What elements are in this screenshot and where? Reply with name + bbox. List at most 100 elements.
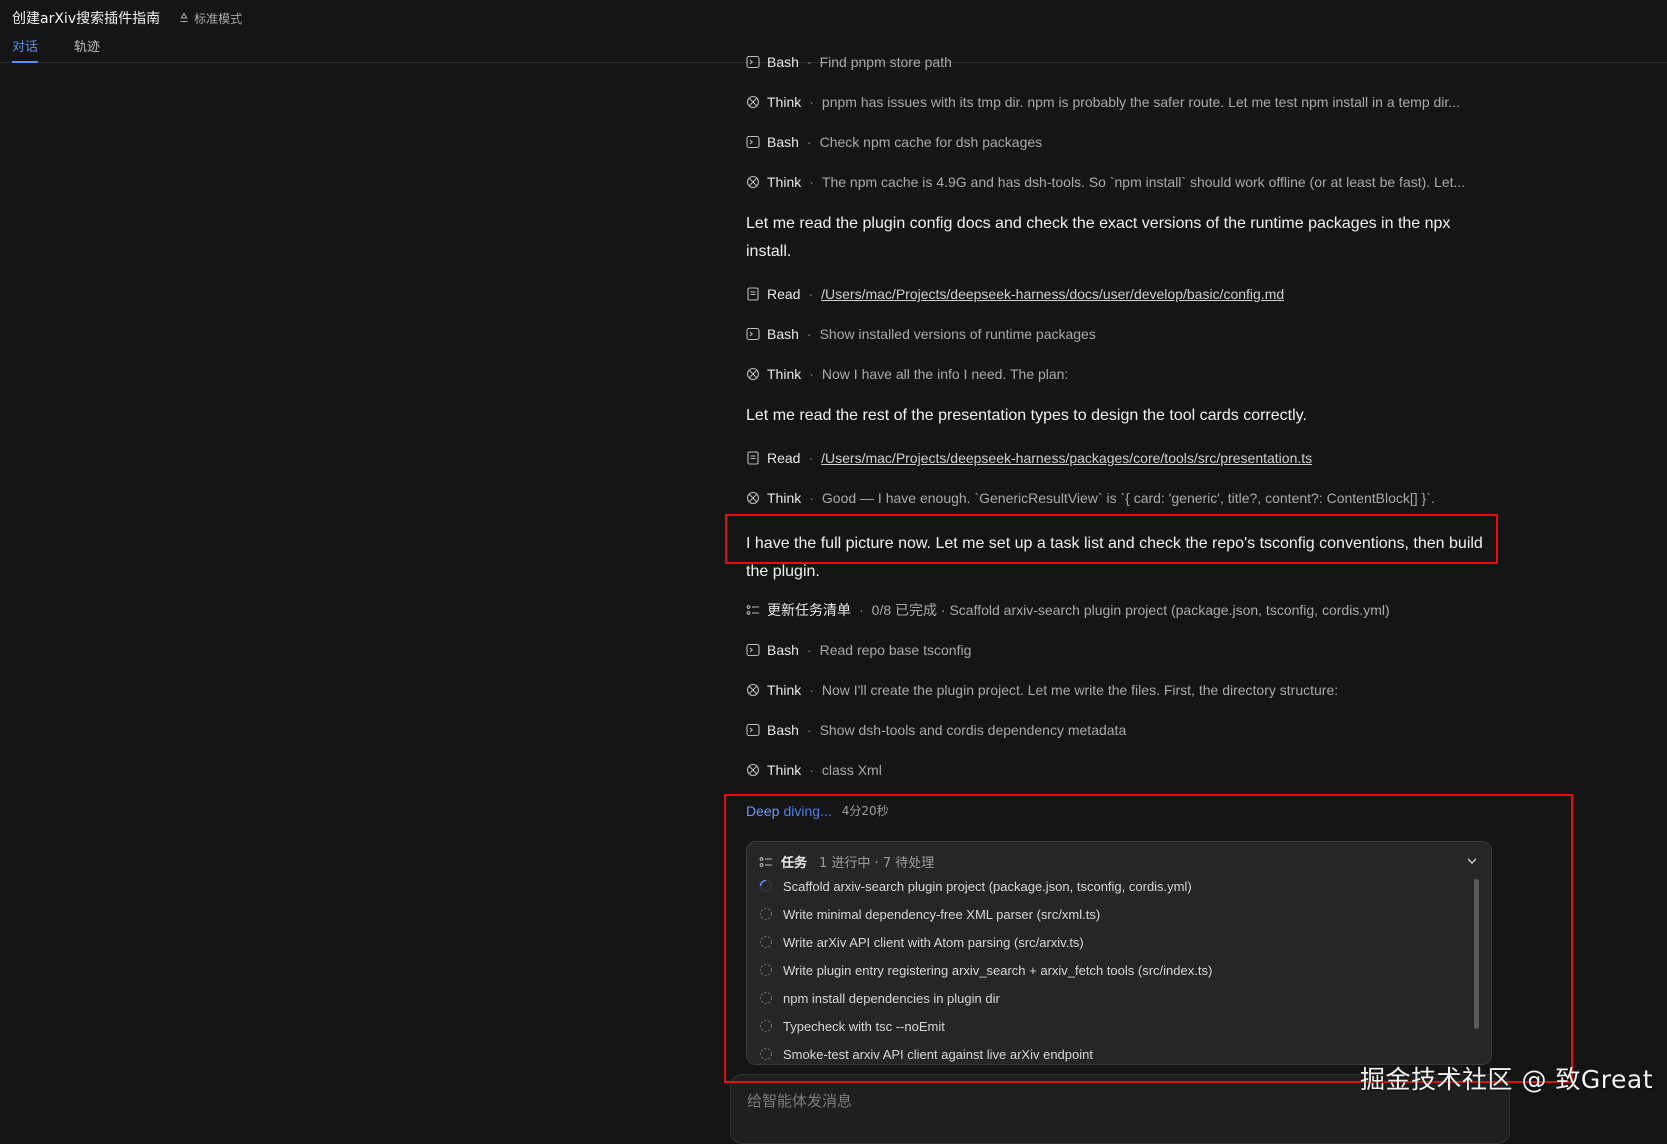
task-panel-header: 任务 1 进行中 · 7 待处理	[759, 852, 934, 871]
assistant-message: Let me read the rest of the presentation…	[746, 407, 1307, 424]
task-panel-title: 任务	[781, 856, 808, 871]
tool-call-task-list[interactable]: 更新任务清单 · 0/8 已完成 · Scaffold arxiv-search…	[746, 600, 1390, 620]
tool-call-bash[interactable]: Bash · Check npm cache for dsh packages	[746, 132, 1042, 152]
task-item[interactable]: Write plugin entry registering arxiv_sea…	[759, 960, 1212, 980]
think-icon	[746, 175, 760, 189]
terminal-icon	[746, 643, 760, 657]
tool-call-read[interactable]: Read · /Users/mac/Projects/deepseek-harn…	[746, 448, 1312, 468]
chevron-down-icon[interactable]	[1465, 854, 1479, 868]
file-path-link[interactable]: /Users/mac/Projects/deepseek-harness/doc…	[821, 286, 1284, 302]
task-text: Write plugin entry registering arxiv_sea…	[783, 962, 1213, 978]
assistant-message: Let me read the plugin config docs and c…	[746, 215, 1451, 260]
tool-call-think[interactable]: Think · pnpm has issues with its tmp dir…	[746, 92, 1460, 112]
tool-desc: The npm cache is 4.9G and has dsh-tools.…	[821, 174, 1466, 190]
tool-kind: Bash	[767, 642, 799, 658]
task-panel-scrollbar[interactable]	[1474, 879, 1479, 1029]
task-item[interactable]: npm install dependencies in plugin dir	[759, 988, 1000, 1008]
tool-desc: Show dsh-tools and cordis dependency met…	[819, 722, 1127, 738]
mode-indicator[interactable]: 标准模式	[178, 10, 242, 27]
task-item[interactable]: Scaffold arxiv-search plugin project (pa…	[759, 876, 1192, 896]
status-word: Deep	[746, 802, 780, 819]
task-item[interactable]: Smoke-test arxiv API client against live…	[759, 1044, 1093, 1064]
tool-desc: Show installed versions of runtime packa…	[819, 326, 1096, 342]
think-icon	[746, 367, 760, 381]
tool-desc: Check npm cache for dsh packages	[819, 134, 1043, 150]
tool-kind: Bash	[767, 134, 799, 150]
tool-kind: Read	[767, 450, 801, 466]
task-panel-summary: 1 进行中 · 7 待处理	[819, 856, 935, 871]
tool-kind: Think	[767, 94, 802, 110]
file-icon	[747, 287, 759, 301]
title-row: 创建arXiv搜索插件指南 标准模式	[12, 8, 242, 28]
tool-call-think[interactable]: Think · Now I'll create the plugin proje…	[746, 680, 1338, 700]
message-input[interactable]	[747, 1089, 1347, 1113]
tool-kind: Think	[767, 490, 802, 506]
tool-kind: 更新任务清单	[767, 602, 851, 618]
tool-desc: Good — I have enough. `GenericResultView…	[821, 490, 1435, 506]
tool-call-bash[interactable]: Bash · Show installed versions of runtim…	[746, 324, 1096, 344]
think-icon	[746, 491, 760, 505]
tool-desc: 0/8 已完成 · Scaffold arxiv-search plugin p…	[871, 602, 1390, 618]
task-text: Write minimal dependency-free XML parser…	[783, 906, 1101, 922]
file-path-link[interactable]: /Users/mac/Projects/deepseek-harness/pac…	[821, 450, 1312, 466]
terminal-icon	[746, 723, 760, 737]
task-item[interactable]: Typecheck with tsc --noEmit	[759, 1016, 945, 1036]
assistant-message: I have the full picture now. Let me set …	[746, 535, 1483, 580]
pending-circle-icon	[760, 1020, 772, 1032]
terminal-icon	[746, 135, 760, 149]
status-word-animated: diving...	[783, 802, 832, 819]
think-icon	[746, 763, 760, 777]
tool-desc: Now I have all the info I need. The plan…	[821, 366, 1069, 382]
tool-call-bash[interactable]: Bash · Find pnpm store path	[746, 52, 952, 72]
task-list-icon	[746, 605, 759, 615]
tool-kind: Bash	[767, 326, 799, 342]
watermark: 掘金技术社区 @ 致Great	[1360, 1065, 1653, 1094]
pending-circle-icon	[760, 936, 772, 948]
task-panel: 任务 1 进行中 · 7 待处理 Scaffold arxiv-search p…	[746, 841, 1492, 1065]
tool-kind: Bash	[767, 54, 799, 70]
tab-trajectory[interactable]: 轨迹	[74, 36, 100, 63]
tool-desc: Read repo base tsconfig	[819, 642, 972, 658]
pending-circle-icon	[760, 1048, 772, 1060]
spinner-icon	[759, 879, 773, 893]
task-text: Scaffold arxiv-search plugin project (pa…	[783, 878, 1192, 894]
task-item[interactable]: Write arXiv API client with Atom parsing…	[759, 932, 1084, 952]
tool-desc: pnpm has issues with its tmp dir. npm is…	[821, 94, 1460, 110]
elapsed-time: 4分20秒	[841, 804, 889, 818]
agent-status: Deep diving... 4分20秒	[746, 802, 889, 819]
tool-call-bash[interactable]: Bash · Show dsh-tools and cordis depende…	[746, 720, 1126, 740]
task-list-icon	[759, 856, 772, 867]
file-icon	[747, 451, 759, 465]
task-text: npm install dependencies in plugin dir	[783, 990, 1000, 1006]
think-icon	[746, 95, 760, 109]
tool-call-think[interactable]: Think · Good — I have enough. `GenericRe…	[746, 488, 1435, 508]
think-icon	[746, 683, 760, 697]
pending-circle-icon	[760, 908, 772, 920]
tool-kind: Think	[767, 174, 802, 190]
terminal-icon	[746, 55, 760, 69]
terminal-icon	[746, 327, 760, 341]
tool-call-think[interactable]: Think · class Xml	[746, 760, 882, 780]
mode-label: 标准模式	[194, 11, 243, 26]
conversation-title: 创建arXiv搜索插件指南	[12, 11, 161, 27]
task-text: Typecheck with tsc --noEmit	[783, 1018, 945, 1034]
tool-desc: Now I'll create the plugin project. Let …	[821, 682, 1339, 698]
tool-call-think[interactable]: Think · The npm cache is 4.9G and has ds…	[746, 172, 1465, 192]
tool-desc: Find pnpm store path	[819, 54, 952, 70]
tool-kind: Bash	[767, 722, 799, 738]
tool-kind: Read	[767, 286, 801, 302]
tool-call-bash[interactable]: Bash · Read repo base tsconfig	[746, 640, 971, 660]
tool-kind: Think	[767, 682, 802, 698]
conversation-column: Bash · Find pnpm store path Think · pnpm…	[730, 54, 1510, 1144]
tool-desc: class Xml	[821, 762, 882, 778]
tool-kind: Think	[767, 762, 802, 778]
tool-call-read[interactable]: Read · /Users/mac/Projects/deepseek-harn…	[746, 284, 1284, 304]
task-text: Write arXiv API client with Atom parsing…	[783, 934, 1084, 950]
tab-bar: 对话 轨迹	[12, 36, 136, 63]
pending-circle-icon	[760, 964, 772, 976]
recycle-icon	[180, 12, 188, 23]
pending-circle-icon	[760, 992, 772, 1004]
task-item[interactable]: Write minimal dependency-free XML parser…	[759, 904, 1100, 924]
tab-conversation[interactable]: 对话	[12, 36, 39, 63]
tool-call-think[interactable]: Think · Now I have all the info I need. …	[746, 364, 1068, 384]
